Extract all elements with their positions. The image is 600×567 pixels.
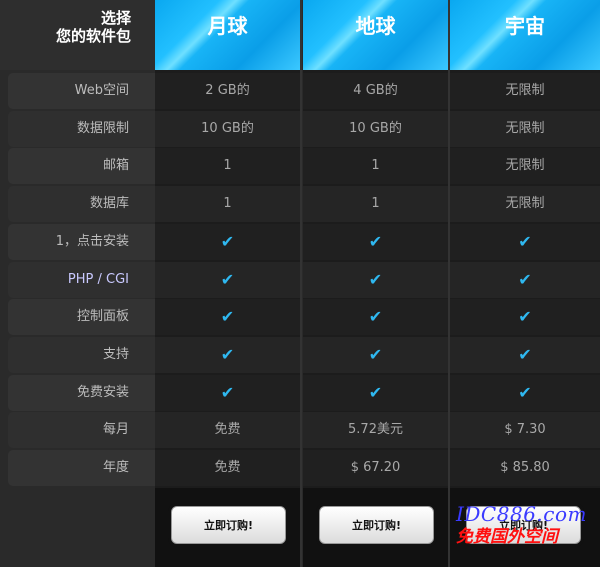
feature-label: PHP / CGI xyxy=(8,262,155,298)
check-icon: ✔ xyxy=(518,270,532,289)
feature-value: 1 xyxy=(371,158,380,173)
feature-value: 4 GB的 xyxy=(353,83,398,98)
plan-column-moon: 月球 2 GB的 10 GB的 1 1 ✔ ✔ ✔ ✔ ✔ 免费 免费 立即订购! xyxy=(155,0,300,567)
check-icon: ✔ xyxy=(220,307,235,326)
check-icon: ✔ xyxy=(368,307,383,326)
feature-label: 数据限制 xyxy=(8,111,155,147)
check-icon: ✔ xyxy=(518,232,532,251)
feature-value: 10 GB的 xyxy=(349,121,402,136)
feature-value-cell: ✔ xyxy=(303,299,448,335)
check-icon: ✔ xyxy=(368,232,383,251)
title-line-2: 您的软件包 xyxy=(55,27,131,45)
feature-value: 1 xyxy=(223,196,232,211)
feature-value-cell: ✔ xyxy=(450,224,600,260)
feature-value: 1 xyxy=(371,196,380,211)
order-now-button[interactable]: 立即订购! xyxy=(171,506,286,544)
feature-value: 无限制 xyxy=(505,158,545,173)
feature-value: 1 xyxy=(223,158,232,173)
watermark-line-1: IDC886.com xyxy=(456,502,587,526)
feature-value: $ 7.30 xyxy=(504,422,546,437)
feature-value-cell: ✔ xyxy=(303,262,448,298)
feature-value-cell: 1 xyxy=(303,186,448,222)
feature-label: 数据库 xyxy=(8,186,155,222)
feature-value-cell: ✔ xyxy=(155,299,300,335)
plan-name: 月球 xyxy=(155,0,300,70)
feature-value-cell: ✔ xyxy=(155,224,300,260)
feature-value-cell: ✔ xyxy=(303,375,448,411)
feature-value-cell: ✔ xyxy=(450,262,600,298)
feature-value-cell: 2 GB的 xyxy=(155,73,300,109)
pricing-table: 选择 您的软件包 Web空间 数据限制 邮箱 数据库 1，点击安装 PHP / CGI 控制… xyxy=(0,0,600,567)
feature-value-cell: ✔ xyxy=(303,337,448,373)
feature-label: Web空间 xyxy=(8,73,155,109)
plan-name: 地球 xyxy=(303,0,448,70)
feature-value-cell: $ 7.30 xyxy=(450,412,600,448)
feature-value: 无限制 xyxy=(505,121,545,136)
feature-value-cell: 无限制 xyxy=(450,148,600,184)
feature-value-cell: 无限制 xyxy=(450,111,600,147)
feature-label: 支持 xyxy=(8,337,155,373)
feature-value-cell: 5.72美元 xyxy=(303,412,448,448)
feature-value-cell: $ 85.80 xyxy=(450,450,600,486)
watermark: IDC886.com 免费国外空间 xyxy=(456,503,596,563)
check-icon: ✔ xyxy=(220,270,235,289)
feature-value-cell: ✔ xyxy=(450,375,600,411)
plan-name: 宇宙 xyxy=(450,0,600,70)
check-icon: ✔ xyxy=(518,345,532,364)
feature-value: 无限制 xyxy=(505,83,545,98)
feature-value: 10 GB的 xyxy=(201,121,254,136)
check-icon: ✔ xyxy=(518,383,532,402)
feature-value-cell: 无限制 xyxy=(450,73,600,109)
feature-value-cell: ✔ xyxy=(303,224,448,260)
feature-value-cell: $ 67.20 xyxy=(303,450,448,486)
feature-value-cell: 1 xyxy=(155,186,300,222)
feature-label: 邮箱 xyxy=(8,148,155,184)
feature-label: 每月 xyxy=(8,412,155,448)
watermark-line-2: 免费国外空间 xyxy=(456,527,558,547)
feature-value: $ 67.20 xyxy=(350,460,401,475)
plan-column-universe: 宇宙 无限制 无限制 无限制 无限制 ✔ ✔ ✔ ✔ ✔ $ 7.30 $ 85.80 立即订购! xyxy=(450,0,600,567)
check-icon: ✔ xyxy=(368,383,383,402)
feature-value-cell: 10 GB的 xyxy=(303,111,448,147)
feature-value-cell: ✔ xyxy=(450,337,600,373)
feature-value: 免费 xyxy=(214,460,241,475)
check-icon: ✔ xyxy=(220,232,235,251)
check-icon: ✔ xyxy=(220,383,235,402)
feature-label: 免费安装 xyxy=(8,375,155,411)
feature-label: 控制面板 xyxy=(8,299,155,335)
feature-value-cell: 免费 xyxy=(155,450,300,486)
column-divider xyxy=(448,0,450,567)
feature-value-cell: 10 GB的 xyxy=(155,111,300,147)
feature-value-cell: ✔ xyxy=(155,262,300,298)
feature-value-cell: ✔ xyxy=(155,375,300,411)
feature-value-cell: 4 GB的 xyxy=(303,73,448,109)
feature-value-cell: 1 xyxy=(155,148,300,184)
feature-value-cell: 无限制 xyxy=(450,186,600,222)
feature-value: 免费 xyxy=(214,422,241,437)
order-now-button[interactable]: 立即订购! xyxy=(319,506,434,544)
feature-value: 无限制 xyxy=(505,196,545,211)
column-divider xyxy=(300,0,302,567)
table-title: 选择 您的软件包 xyxy=(0,0,155,70)
feature-value: $ 85.80 xyxy=(500,460,550,475)
check-icon: ✔ xyxy=(220,345,235,364)
feature-label-column: 选择 您的软件包 Web空间 数据限制 邮箱 数据库 1，点击安装 PHP / CGI 控制… xyxy=(0,0,155,567)
check-icon: ✔ xyxy=(368,345,383,364)
feature-value: 2 GB的 xyxy=(205,83,250,98)
feature-value-cell: ✔ xyxy=(450,299,600,335)
feature-value: 5.72美元 xyxy=(348,422,403,437)
title-line-1: 选择 xyxy=(100,9,131,27)
feature-value-cell: ✔ xyxy=(155,337,300,373)
feature-label: 年度 xyxy=(8,450,155,486)
plan-column-earth: 地球 4 GB的 10 GB的 1 1 ✔ ✔ ✔ ✔ ✔ 5.72美元 $ 67.20 立即订购! xyxy=(303,0,448,567)
check-icon: ✔ xyxy=(518,307,532,326)
feature-value-cell: 1 xyxy=(303,148,448,184)
check-icon: ✔ xyxy=(368,270,383,289)
feature-value-cell: 免费 xyxy=(155,412,300,448)
feature-label: 1，点击安装 xyxy=(8,224,155,260)
